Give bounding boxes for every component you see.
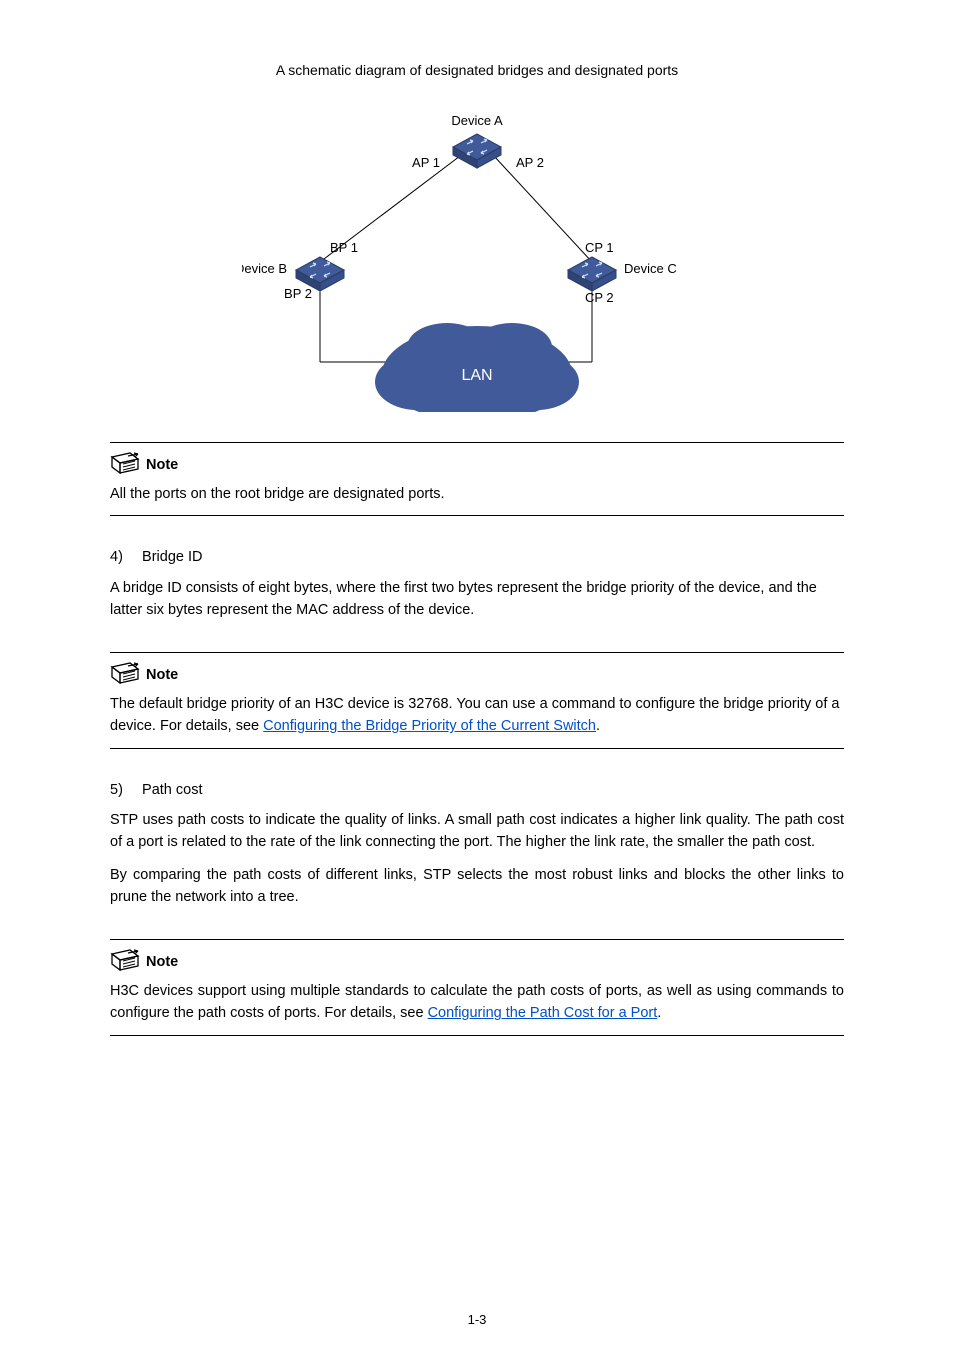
note-heading: Note	[110, 451, 844, 477]
section-number: 4)	[110, 546, 138, 568]
switch-icon	[568, 257, 616, 291]
port-bp1-label: BP 1	[330, 240, 358, 255]
note-heading: Note	[110, 661, 844, 687]
section-paragraph: STP uses path costs to indicate the qual…	[110, 809, 844, 854]
port-ap1-label: AP 1	[412, 155, 440, 170]
lan-label: LAN	[461, 367, 492, 384]
figure-caption: A schematic diagram of designated bridge…	[110, 60, 844, 82]
note-separator	[110, 1035, 844, 1036]
note-icon	[110, 451, 140, 477]
note-label: Note	[146, 664, 178, 686]
note-text-suffix: .	[657, 1005, 661, 1021]
section-number: 5)	[110, 779, 138, 801]
lan-cloud: LAN	[375, 323, 579, 412]
note-text: All the ports on the root bridge are des…	[110, 483, 844, 505]
note-text: The default bridge priority of an H3C de…	[110, 693, 844, 738]
note-heading: Note	[110, 948, 844, 974]
note-icon	[110, 661, 140, 687]
note-icon	[110, 948, 140, 974]
note-separator	[110, 748, 844, 749]
link-path-cost[interactable]: Configuring the Path Cost for a Port	[428, 1005, 658, 1021]
section-title: Path cost	[142, 782, 202, 798]
section-heading: 4) Bridge ID	[110, 546, 844, 568]
page: A schematic diagram of designated bridge…	[0, 0, 954, 1350]
device-a-label: Device A	[451, 113, 503, 128]
note-label: Note	[146, 951, 178, 973]
note-label: Note	[146, 454, 178, 476]
note-separator	[110, 939, 844, 940]
device-c-label: Device C	[624, 261, 677, 276]
port-cp2-label: CP 2	[585, 290, 614, 305]
port-cp1-label: CP 1	[585, 240, 614, 255]
switch-icon	[453, 134, 501, 168]
note-separator	[110, 515, 844, 516]
note-separator	[110, 652, 844, 653]
port-ap2-label: AP 2	[516, 155, 544, 170]
device-b-label: Device B	[242, 261, 287, 276]
section-title: Bridge ID	[142, 549, 202, 565]
port-bp2-label: BP 2	[284, 286, 312, 301]
note-text-suffix: .	[596, 718, 600, 734]
topology-diagram: LAN Device A AP 1 AP 2 Device B BP 1 BP …	[242, 92, 712, 412]
section-paragraph: A bridge ID consists of eight bytes, whe…	[110, 577, 844, 622]
section-heading: 5) Path cost	[110, 779, 844, 801]
link-bridge-priority[interactable]: Configuring the Bridge Priority of the C…	[263, 718, 596, 734]
note-text: H3C devices support using multiple stand…	[110, 980, 844, 1025]
page-number: 1-3	[0, 1310, 954, 1330]
note-separator	[110, 442, 844, 443]
section-paragraph: By comparing the path costs of different…	[110, 864, 844, 909]
